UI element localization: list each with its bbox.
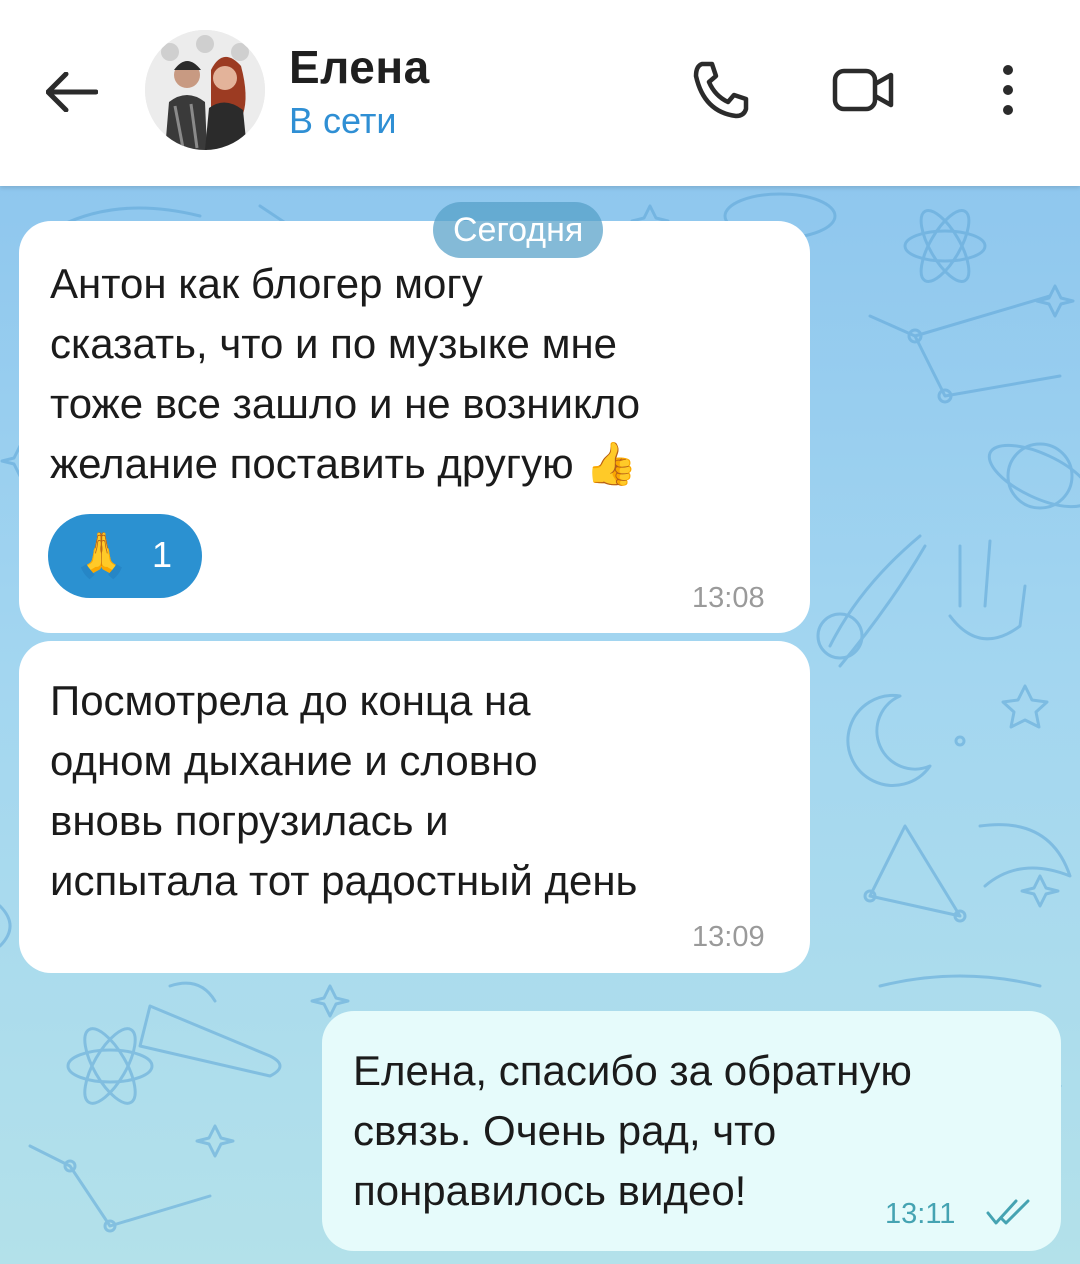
pray-emoji: 🙏	[74, 531, 129, 580]
message-time: 13:09	[692, 921, 765, 953]
message-time: 13:11	[885, 1198, 956, 1230]
avatar[interactable]	[145, 30, 265, 150]
chat-header: Елена В сети	[0, 0, 1080, 186]
contact-status: В сети	[289, 100, 397, 141]
call-button[interactable]	[680, 50, 760, 130]
message-time: 13:08	[692, 582, 765, 614]
date-separator: Сегодня	[433, 202, 604, 258]
video-camera-icon	[832, 68, 894, 112]
more-menu-button[interactable]	[968, 50, 1048, 130]
message-text: Посмотрела до конца на одном дыхание и с…	[50, 677, 638, 904]
more-vertical-icon	[1003, 65, 1013, 115]
message-bubble-incoming[interactable]: Посмотрела до конца на одном дыхание и с…	[19, 641, 810, 973]
contact-name[interactable]: Елена	[289, 40, 430, 94]
back-button[interactable]	[40, 60, 104, 124]
double-check-icon	[986, 1199, 1030, 1225]
reaction-count: 1	[152, 534, 173, 575]
phone-icon	[693, 61, 749, 119]
message-text: Антон как блогер могу сказать, что и по …	[50, 260, 641, 487]
video-call-button[interactable]	[824, 50, 904, 130]
reaction-chip[interactable]: 🙏 1	[48, 514, 202, 598]
message-bubble-outgoing[interactable]: Елена, спасибо за обратную связь. Очень …	[322, 1011, 1061, 1251]
thumbs-up-emoji: 👍	[585, 440, 638, 487]
message-text: Елена, спасибо за обратную связь. Очень …	[353, 1047, 912, 1214]
arrow-left-icon	[46, 72, 98, 112]
message-bubble-incoming[interactable]: Антон как блогер могу сказать, что и по …	[19, 221, 810, 633]
